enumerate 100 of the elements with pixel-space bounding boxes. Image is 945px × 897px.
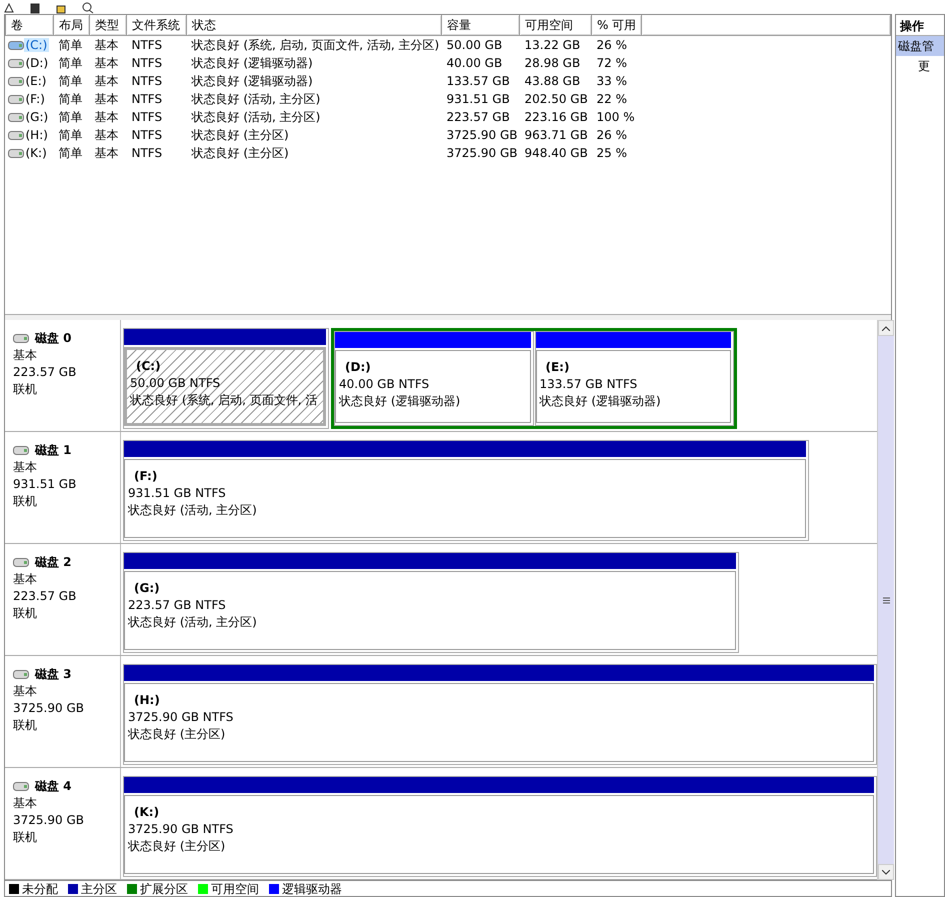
table-cell: 22 % [596, 92, 627, 106]
chevron-up-icon [882, 326, 890, 330]
table-cell: NTFS [132, 146, 162, 160]
actions-section-header[interactable]: 磁盘管 [896, 36, 944, 56]
table-cell: 状态良好 (逻辑驱动器) [192, 74, 313, 88]
table-cell: 简单 [58, 128, 82, 142]
table-cell: 状态良好 (活动, 主分区) [192, 92, 320, 106]
disk-name: 磁盘 3 [35, 666, 72, 683]
drive-icon [8, 148, 24, 158]
disk-type: 基本 [13, 683, 38, 700]
partition-size: 3725.90 GB NTFS [128, 709, 234, 726]
table-cell: 3725.90 GB [446, 146, 518, 160]
partition-block[interactable]: (K:) 3725.90 GB NTFS 状态良好 (主分区) [123, 776, 877, 877]
partition-block[interactable]: (C:) 50.00 GB NTFS 状态良好 (系统, 启动, 页面文件, 活 [123, 328, 329, 429]
column-header[interactable]: 类型 [90, 15, 126, 35]
partition-block[interactable]: (D:) 40.00 GB NTFS 状态良好 (逻辑驱动器) [334, 331, 534, 426]
grip-icon [882, 596, 890, 604]
volume-row[interactable]: (D:) 简单 基本 NTFS 状态良好 (逻辑驱动器) 40.00 GB 28.98 GB 72 % [6, 54, 890, 72]
volume-row[interactable]: (H:) 简单 基本 NTFS 状态良好 (主分区) 3725.90 GB 963.71 GB 26 % [6, 126, 890, 144]
volume-row[interactable]: (K:) 简单 基本 NTFS 状态良好 (主分区) 3725.90 GB 948.40 GB 25 % [6, 144, 890, 162]
disk-type: 基本 [13, 571, 38, 588]
vertical-scrollbar[interactable] [877, 320, 894, 880]
disk-name: 磁盘 0 [35, 330, 72, 347]
table-cell: 13.22 GB [524, 38, 580, 52]
table-cell: 50.00 GB [446, 38, 502, 52]
table-cell: 基本 [94, 38, 118, 52]
disk-size: 223.57 GB [13, 588, 78, 605]
partition-label: (K:) [133, 804, 160, 821]
partition-block[interactable]: (E:) 133.57 GB NTFS 状态良好 (逻辑驱动器) [534, 331, 734, 426]
column-header[interactable]: 状态 [186, 15, 442, 35]
volume-name: (D:) [24, 56, 50, 70]
table-cell: NTFS [132, 128, 162, 142]
drive-icon [8, 76, 24, 86]
table-cell: 基本 [94, 146, 118, 160]
drive-icon [8, 58, 24, 68]
table-cell: 223.16 GB [524, 110, 588, 124]
column-header[interactable]: 容量 [442, 15, 520, 35]
action-link[interactable]: 更 [896, 56, 944, 75]
column-header[interactable]: 文件系统 [126, 15, 186, 35]
table-cell: 简单 [58, 56, 82, 70]
volume-name: (H:) [24, 128, 49, 142]
column-header[interactable]: % 可用 [592, 15, 642, 35]
table-cell: 状态良好 (主分区) [192, 128, 289, 142]
volume-name: (E:) [24, 74, 48, 88]
legend-label: 扩展分区 [140, 880, 188, 897]
magnifier-icon[interactable] [82, 2, 94, 14]
legend-label: 逻辑驱动器 [282, 880, 342, 897]
table-cell: 基本 [94, 92, 118, 106]
table-cell: 26 % [596, 38, 627, 52]
partition-block[interactable]: (H:) 3725.90 GB NTFS 状态良好 (主分区) [123, 664, 877, 765]
volume-row[interactable]: (F:) 简单 基本 NTFS 状态良好 (活动, 主分区) 931.51 GB 202.50 GB 22 % [6, 90, 890, 108]
partition-size: 223.57 GB NTFS [128, 597, 226, 614]
table-cell: 33 % [596, 74, 627, 88]
partition-label: (H:) [133, 692, 160, 709]
table-cell: 133.57 GB [446, 74, 510, 88]
scroll-down-button[interactable] [878, 864, 894, 880]
drive-icon [8, 130, 24, 140]
table-cell: NTFS [132, 56, 162, 70]
partition-size: 3725.90 GB NTFS [128, 821, 234, 838]
partition-size: 40.00 GB NTFS [339, 376, 430, 393]
volume-name: (K:) [24, 146, 48, 160]
partition-status: 状态良好 (逻辑驱动器) [540, 393, 661, 410]
partition-status: 状态良好 (活动, 主分区) [128, 614, 257, 631]
volume-row[interactable]: (G:) 简单 基本 NTFS 状态良好 (活动, 主分区) 223.57 GB 223.16 GB 100 % [6, 108, 890, 126]
drive-icon [8, 112, 24, 122]
table-cell: 72 % [596, 56, 627, 70]
disk-name: 磁盘 1 [35, 442, 72, 459]
table-cell: 简单 [58, 110, 82, 124]
drive-icon [13, 446, 29, 455]
scroll-up-button[interactable] [878, 320, 894, 336]
volume-row[interactable]: (C:) 简单 基本 NTFS 状态良好 (系统, 启动, 页面文件, 活动, 主分区) 50.00 GB 13.22 GB 26 % [6, 35, 890, 54]
table-cell: 948.40 GB [524, 146, 588, 160]
table-cell: 26 % [596, 128, 627, 142]
volume-row[interactable]: (E:) 简单 基本 NTFS 状态良好 (逻辑驱动器) 133.57 GB 43.88 GB 33 % [6, 72, 890, 90]
disk-size: 3725.90 GB [13, 700, 85, 717]
table-cell: 基本 [94, 56, 118, 70]
column-header[interactable]: 可用空间 [520, 15, 592, 35]
partition-block[interactable]: (G:) 223.57 GB NTFS 状态良好 (活动, 主分区) [123, 552, 739, 653]
table-cell: 简单 [58, 38, 82, 52]
column-header[interactable]: 布局 [54, 15, 90, 35]
column-header[interactable]: 卷 [6, 15, 54, 35]
disk-name: 磁盘 2 [35, 554, 72, 571]
extended-partition[interactable]: (D:) 40.00 GB NTFS 状态良好 (逻辑驱动器) (E:) 133.57 GB NTFS 状态良好 (逻辑驱动器) [331, 328, 737, 429]
volume-name: (F:) [24, 92, 46, 106]
volume-name: (G:) [24, 110, 50, 124]
drive-icon [13, 670, 29, 679]
partition-block[interactable]: (F:) 931.51 GB NTFS 状态良好 (活动, 主分区) [123, 440, 809, 541]
volume-name: (C:) [24, 38, 50, 52]
partition-status: 状态良好 (活动, 主分区) [128, 502, 257, 519]
drive-icon [8, 94, 24, 104]
table-cell: 3725.90 GB [446, 128, 518, 142]
disk-status: 联机 [13, 829, 38, 846]
partition-status: 状态良好 (主分区) [128, 838, 226, 855]
chevron-down-icon [882, 870, 890, 874]
disk-size: 931.51 GB [13, 476, 78, 493]
disk-size: 223.57 GB [13, 364, 78, 381]
legend-label: 未分配 [22, 880, 58, 897]
table-cell: 简单 [58, 92, 82, 106]
table-cell: 223.57 GB [446, 110, 510, 124]
partition-label: (F:) [133, 468, 158, 485]
